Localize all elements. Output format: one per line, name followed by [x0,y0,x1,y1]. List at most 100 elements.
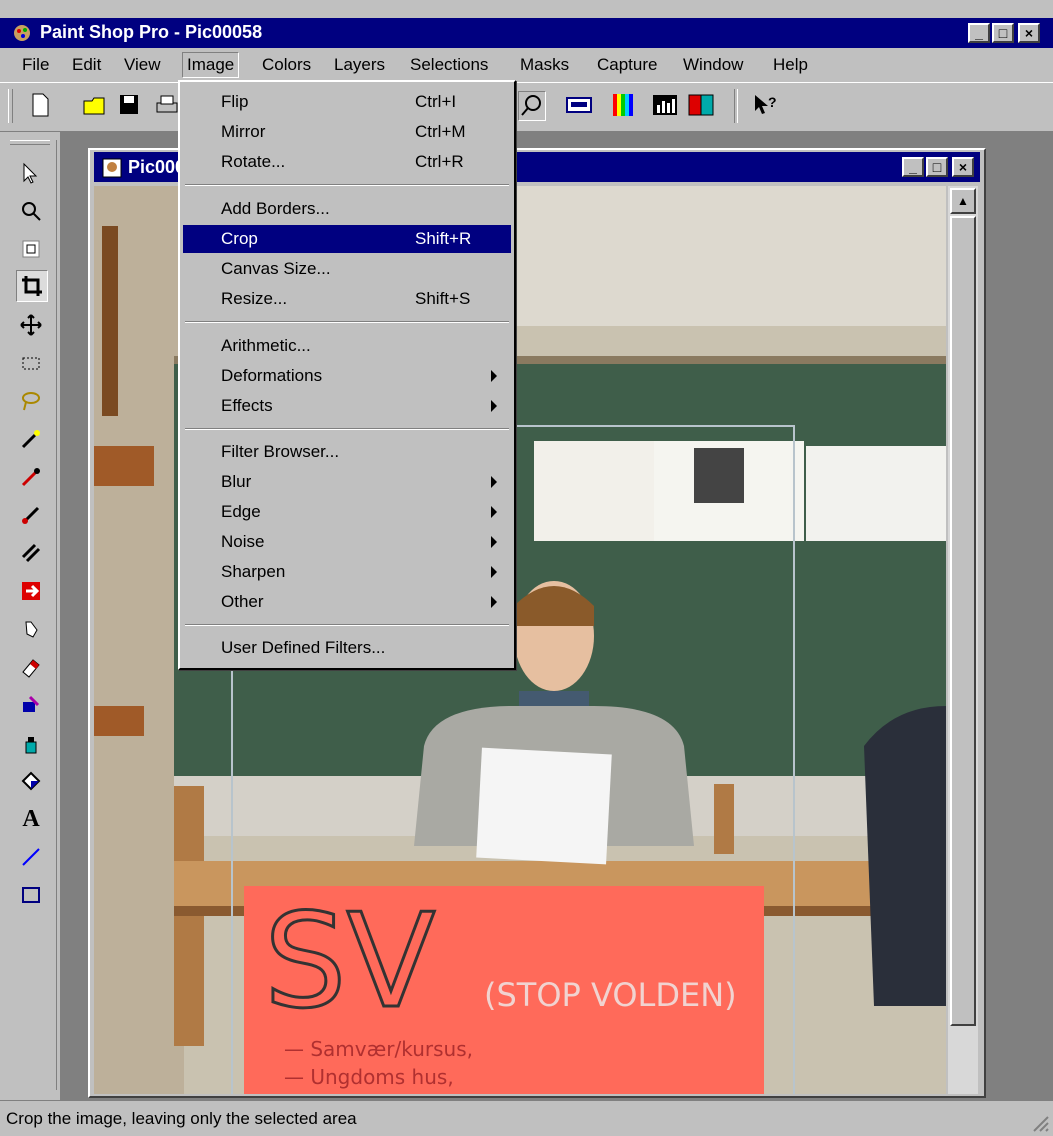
print-icon[interactable] [155,93,179,117]
dropper-icon[interactable] [16,462,46,492]
zoom-icon[interactable] [16,196,46,226]
scroll-thumb[interactable] [950,216,976,1026]
zoom-toggle[interactable] [518,91,546,121]
menu-item-label: Mirror [221,122,266,141]
save-icon[interactable] [118,93,140,117]
menu-separator [185,428,509,430]
layers-palette-icon[interactable] [688,93,714,117]
toolbar: ? [0,82,1053,132]
menu-item-filter-browser[interactable]: Filter Browser... [183,438,511,466]
mover-icon[interactable] [16,310,46,340]
menu-item-flip[interactable]: Flip Ctrl+I [183,88,511,116]
menu-item-sharpen[interactable]: Sharpen [183,558,511,586]
submenu-arrow-icon [491,536,497,548]
menu-item-arithmetic[interactable]: Arithmetic... [183,332,511,360]
menu-item-other[interactable]: Other [183,588,511,616]
color-replacer-icon[interactable] [16,576,46,606]
toolbar-grip[interactable] [8,89,13,123]
open-icon[interactable] [82,93,108,117]
crop-icon[interactable] [16,270,48,302]
menu-colors[interactable]: Colors [262,55,311,75]
selection-icon[interactable] [16,348,46,378]
menu-item-noise[interactable]: Noise [183,528,511,556]
menu-masks[interactable]: Masks [520,55,569,75]
menu-selections[interactable]: Selections [410,55,488,75]
doc-close-button[interactable]: × [952,157,974,177]
menu-file[interactable]: File [22,55,49,75]
menu-item-rotate[interactable]: Rotate... Ctrl+R [183,148,511,176]
menu-item-label: Noise [221,532,265,551]
resize-grip-icon[interactable] [1030,1113,1050,1133]
histogram-icon[interactable] [652,93,678,117]
document-icon [102,158,122,178]
image-menu-dropdown: Flip Ctrl+I Mirror Ctrl+M Rotate... Ctrl+R … [178,80,516,670]
submenu-arrow-icon [491,596,497,608]
image-info-icon[interactable] [566,95,592,115]
zoom-icon [521,95,541,116]
menu-item-deformations[interactable]: Deformations [183,362,511,390]
app-titlebar[interactable]: Paint Shop Pro - Pic00058 _ □ × [0,18,1053,48]
menu-view[interactable]: View [124,55,161,75]
menu-item-blur[interactable]: Blur [183,468,511,496]
app-icon [14,25,30,41]
new-icon[interactable] [30,93,50,117]
menu-window[interactable]: Window [683,55,743,75]
menu-item-edge[interactable]: Edge [183,498,511,526]
menu-separator [185,624,509,626]
menu-item-effects[interactable]: Effects [183,392,511,420]
shapes-icon[interactable] [16,880,46,910]
menu-item-label: Filter Browser... [221,442,340,461]
menu-item-label: Flip [221,92,249,111]
shortcut-label: Shift+S [415,289,471,308]
help-pointer-icon[interactable]: ? [752,93,778,117]
menu-capture[interactable]: Capture [597,55,657,75]
color-palette-icon[interactable] [612,93,634,117]
sign-line-1: — Samvær/kursus, [284,1037,473,1061]
status-bar: Crop the image, leaving only the selecte… [0,1100,1053,1136]
submenu-arrow-icon [491,506,497,518]
deformation-icon[interactable] [16,234,46,264]
menu-help[interactable]: Help [773,55,808,75]
submenu-arrow-icon [491,476,497,488]
freehand-icon[interactable] [16,386,46,416]
palette-grip[interactable] [10,140,50,145]
menu-image[interactable]: Image [182,52,240,78]
minimize-button[interactable]: _ [968,23,990,43]
eraser-icon[interactable] [16,652,46,682]
flood-fill-icon[interactable] [16,766,46,796]
close-button[interactable]: × [1018,23,1040,43]
menu-item-label: Sharpen [221,562,286,581]
arrow-icon[interactable] [16,158,46,188]
menu-item-mirror[interactable]: Mirror Ctrl+M [183,118,511,146]
retouch-icon[interactable] [16,614,46,644]
menu-item-label: Arithmetic... [221,336,311,355]
status-text: Crop the image, leaving only the selecte… [6,1109,357,1128]
paintbrush-icon[interactable] [16,500,46,530]
menu-edit[interactable]: Edit [72,55,101,75]
maximize-button[interactable]: □ [992,23,1014,43]
menu-item-label: Deformations [221,366,323,385]
menu-layers[interactable]: Layers [334,55,385,75]
doc-minimize-button[interactable]: _ [902,157,924,177]
text-icon[interactable]: A [16,804,46,834]
sign-sub-text: (STOP VOLDEN) [484,976,737,1014]
line-icon[interactable] [16,842,46,872]
scroll-up-button[interactable]: ▲ [950,188,976,214]
clone-brush-icon[interactable] [16,538,46,568]
doc-maximize-button[interactable]: □ [926,157,948,177]
picture-tube-icon[interactable] [16,690,46,720]
menu-item-label: Canvas Size... [221,259,331,278]
shortcut-label: Ctrl+M [415,122,466,141]
app-title: Paint Shop Pro - Pic00058 [40,22,263,42]
menu-item-resize[interactable]: Resize... Shift+S [183,285,511,313]
toolbar-separator [734,89,738,123]
menu-item-add-borders[interactable]: Add Borders... [183,195,511,223]
submenu-arrow-icon [491,400,497,412]
menu-item-crop[interactable]: Crop Shift+R [183,225,511,253]
vertical-scrollbar[interactable]: ▲ [948,186,978,1094]
menu-item-canvas-size[interactable]: Canvas Size... [183,255,511,283]
magic-wand-icon[interactable] [16,424,46,454]
svg-text:?: ? [768,94,777,110]
menu-item-user-defined-filters[interactable]: User Defined Filters... [183,634,511,662]
airbrush-icon[interactable] [16,728,46,758]
